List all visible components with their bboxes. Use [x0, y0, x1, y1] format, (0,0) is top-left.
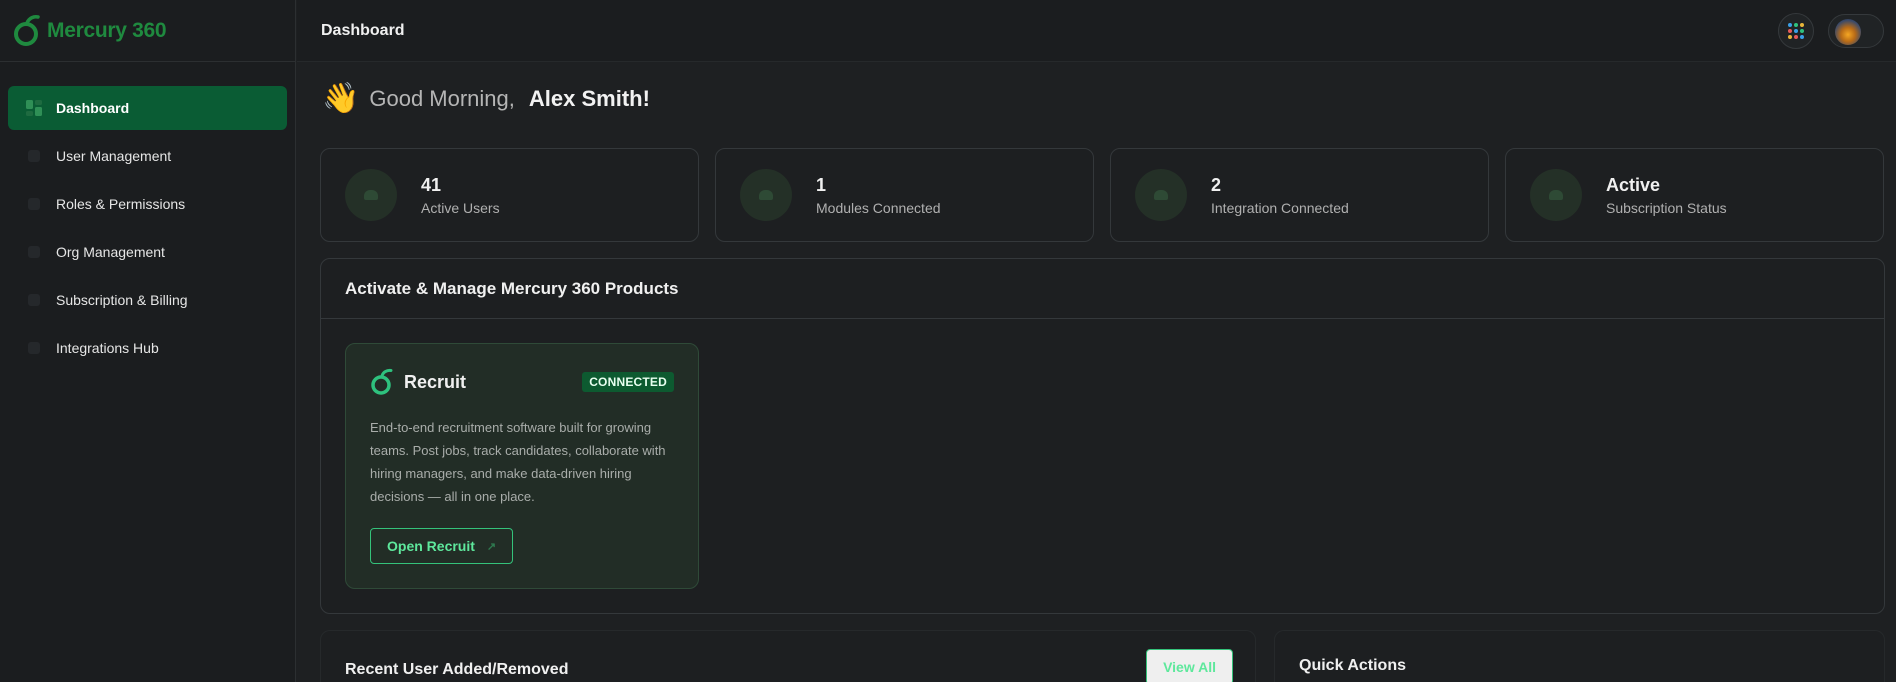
integration-icon [1135, 169, 1187, 221]
recruit-logo-icon [371, 368, 393, 395]
stat-label: Integration Connected [1211, 199, 1349, 216]
brand[interactable]: Mercury 360 [0, 0, 295, 62]
product-header: Recruit CONNECTED [370, 368, 674, 396]
avatar [1835, 19, 1861, 45]
greeting: 👋 Good Morning, Alex Smith! [322, 84, 650, 114]
sidebar-item-label: Integrations Hub [56, 340, 159, 356]
stats-row: 41 Active Users 1 Modules Connected 2 In… [320, 148, 1884, 242]
stat-label: Modules Connected [816, 199, 941, 216]
stat-card-active-users: 41 Active Users [320, 148, 699, 242]
stat-value: 41 [421, 174, 442, 195]
open-recruit-button[interactable]: Open Recruit ↗ [370, 528, 514, 564]
users-icon [24, 146, 44, 166]
sidebar-item-label: User Management [56, 148, 172, 164]
stat-card-integration-connected: 2 Integration Connected [1110, 148, 1489, 242]
sidebar-item-integrations-hub[interactable]: Integrations Hub [8, 326, 287, 370]
open-recruit-label: Open Recruit [387, 538, 475, 554]
module-icon [740, 169, 792, 221]
main-content: 👋 Good Morning, Alex Smith! 41 Active Us… [320, 62, 1885, 682]
page-title: Dashboard [321, 21, 405, 39]
product-name: Recruit [404, 371, 467, 392]
stat-label: Active Users [421, 199, 500, 216]
sidebar-item-subscription-billing[interactable]: Subscription & Billing [8, 278, 287, 322]
app-root: Mercury 360 Dashboard User Management Ro… [0, 0, 1896, 682]
sidebar-item-label: Roles & Permissions [56, 196, 186, 212]
users-icon [345, 169, 397, 221]
products-title: Activate & Manage Mercury 360 Products [321, 259, 1884, 319]
product-title-wrap: Recruit [370, 368, 466, 396]
greeting-text: Good Morning, [369, 86, 515, 111]
recent-users-panel: Recent User Added/Removed View All [320, 630, 1256, 682]
building-icon [24, 242, 44, 262]
user-menu-toggle[interactable] [1828, 14, 1884, 48]
stat-card-modules-connected: 1 Modules Connected [715, 148, 1094, 242]
topbar: Dashboard [297, 0, 1896, 62]
sidebar-item-label: Org Management [56, 244, 165, 260]
apps-grid-icon [1788, 23, 1804, 39]
external-link-icon: ↗ [486, 540, 497, 553]
products-panel: Activate & Manage Mercury 360 Products R… [320, 258, 1885, 614]
product-description: End-to-end recruitment software built fo… [370, 420, 666, 504]
stat-card-subscription-status: Active Subscription Status [1505, 148, 1884, 242]
greeting-name: Alex Smith! [528, 86, 650, 111]
waving-hand-icon: 👋 [322, 82, 360, 115]
credit-card-icon [24, 290, 44, 310]
sidebar-item-org-management[interactable]: Org Management [8, 230, 287, 274]
quick-actions-panel: Quick Actions [1274, 630, 1885, 682]
brand-name: Mercury 360 [47, 18, 167, 42]
subscription-icon [1530, 169, 1582, 221]
dashboard-icon [24, 98, 44, 118]
quick-actions-title: Quick Actions [1299, 657, 1406, 674]
product-card-recruit: Recruit CONNECTED End-to-end recruitment… [345, 343, 699, 589]
stat-label: Subscription Status [1606, 199, 1727, 216]
sidebar-item-label: Subscription & Billing [56, 292, 188, 308]
apps-button[interactable] [1778, 13, 1814, 49]
plug-icon [24, 338, 44, 358]
sidebar-item-label: Dashboard [56, 100, 130, 116]
sidebar: Mercury 360 Dashboard User Management Ro… [0, 0, 296, 682]
view-all-button[interactable]: View All [1146, 649, 1233, 682]
shield-icon [24, 194, 44, 214]
sidebar-item-roles-permissions[interactable]: Roles & Permissions [8, 182, 287, 226]
mercury-logo-icon [14, 14, 40, 46]
status-badge: CONNECTED [582, 372, 674, 392]
sidebar-item-user-management[interactable]: User Management [8, 134, 287, 178]
stat-value: Active [1606, 174, 1661, 195]
stat-value: 2 [1211, 174, 1222, 195]
stat-value: 1 [816, 174, 827, 195]
sidebar-nav: Dashboard User Management Roles & Permis… [0, 62, 295, 370]
sidebar-item-dashboard[interactable]: Dashboard [8, 86, 287, 130]
recent-users-title: Recent User Added/Removed [345, 661, 569, 678]
